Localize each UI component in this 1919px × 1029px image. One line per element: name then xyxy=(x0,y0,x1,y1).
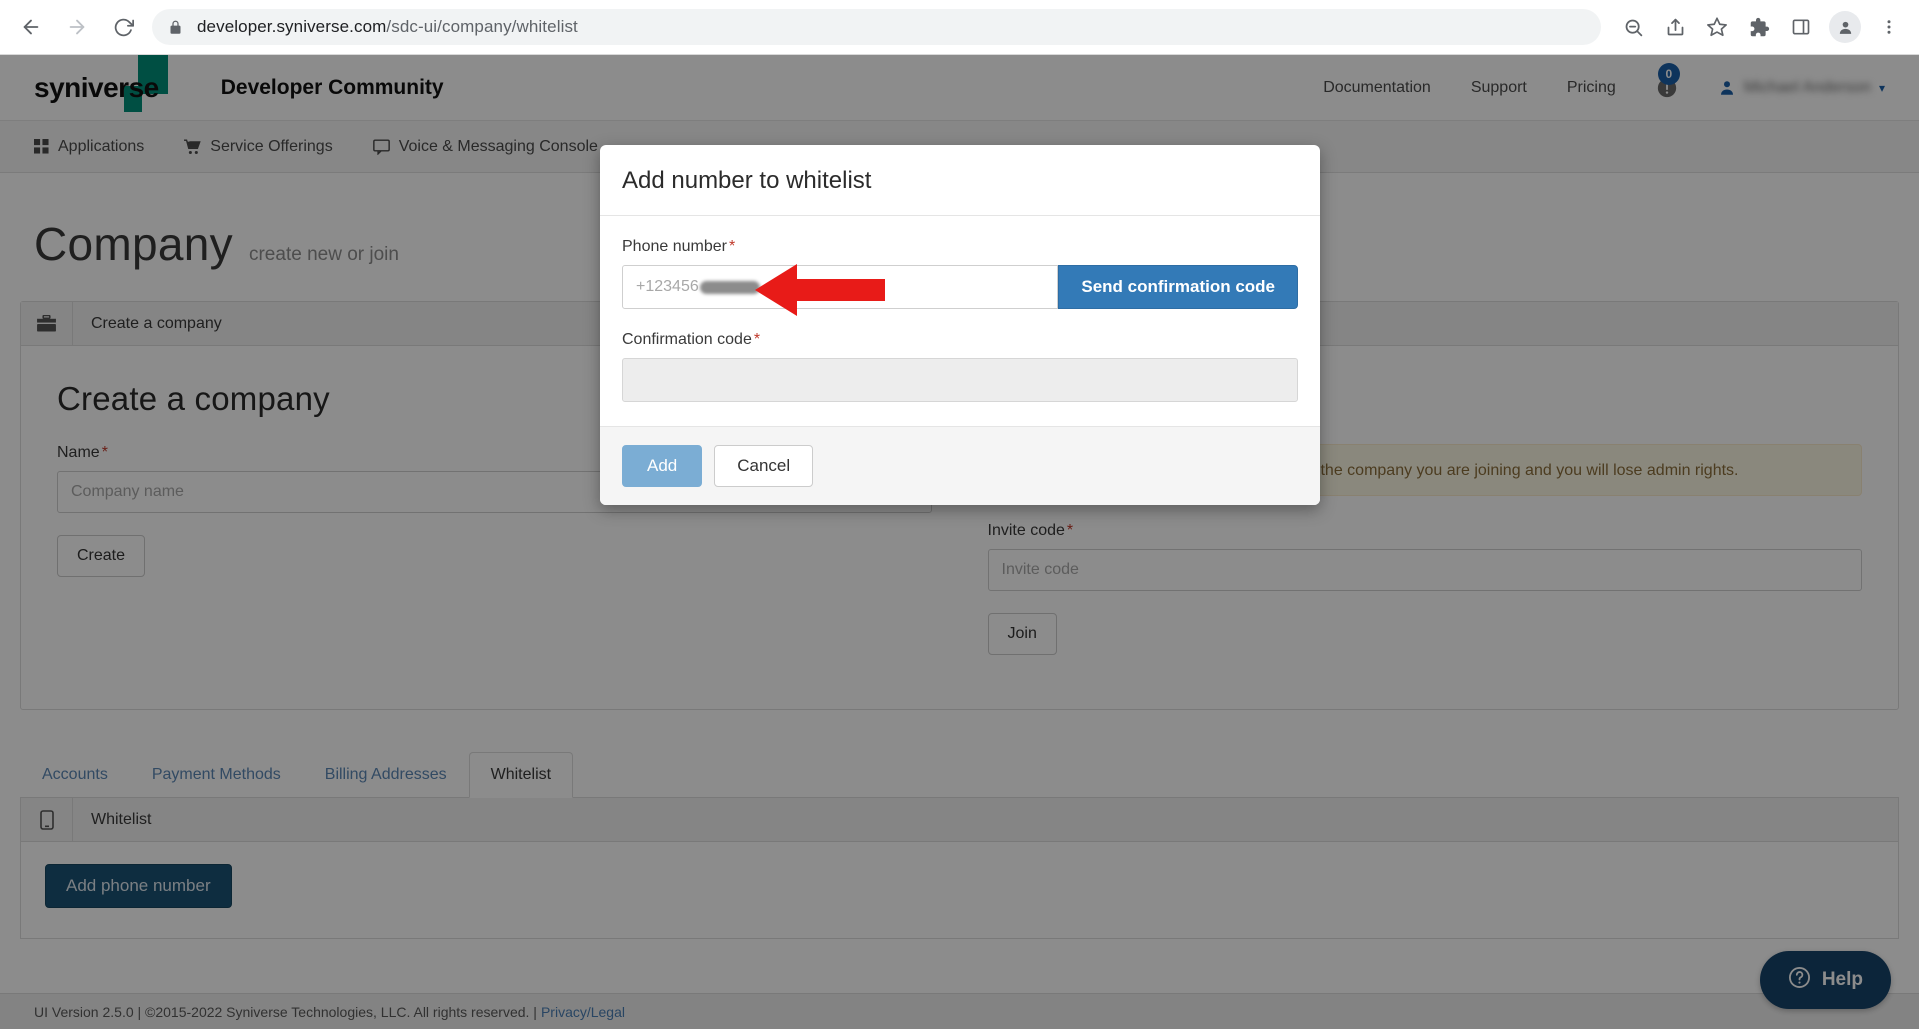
required-asterisk: * xyxy=(753,331,761,348)
add-number-modal: Add number to whitelist Phone number * +1… xyxy=(600,145,1320,505)
side-panel-icon[interactable] xyxy=(1781,7,1821,47)
browser-action-icons xyxy=(1613,7,1919,47)
address-bar[interactable]: developer.syniverse.com/sdc-ui/company/w… xyxy=(152,9,1601,45)
modal-add-button[interactable]: Add xyxy=(622,445,703,487)
phone-number-placeholder: +123456 xyxy=(636,278,699,295)
required-asterisk: * xyxy=(728,238,736,255)
browser-toolbar: developer.syniverse.com/sdc-ui/company/w… xyxy=(0,0,1919,55)
zoom-out-icon[interactable] xyxy=(1613,7,1653,47)
phone-number-label: Phone number * xyxy=(622,238,1298,256)
confirmation-code-input[interactable] xyxy=(622,358,1298,402)
page-content: syniverse Developer Community Documentat… xyxy=(0,55,1919,1029)
share-icon[interactable] xyxy=(1655,7,1695,47)
send-confirmation-code-button[interactable]: Send confirmation code xyxy=(1058,265,1298,309)
three-dot-menu-icon[interactable] xyxy=(1869,7,1909,47)
url-host: developer.syniverse.com xyxy=(197,17,387,36)
reload-icon[interactable] xyxy=(102,6,144,48)
phone-number-label-text: Phone number xyxy=(622,238,727,255)
phone-number-redaction xyxy=(699,280,760,294)
modal-footer: Add Cancel xyxy=(600,426,1320,505)
extensions-puzzle-icon[interactable] xyxy=(1739,7,1779,47)
url-path: /sdc-ui/company/whitelist xyxy=(386,17,578,36)
modal-header: Add number to whitelist xyxy=(600,145,1320,216)
confirmation-code-label: Confirmation code * xyxy=(622,331,1298,349)
forward-arrow-icon[interactable] xyxy=(56,6,98,48)
annotation-arrow-icon xyxy=(755,264,885,316)
profile-avatar-icon[interactable] xyxy=(1829,11,1861,43)
modal-body: Phone number * +123456 Send confirmation … xyxy=(600,216,1320,426)
lock-icon xyxy=(168,20,183,35)
bookmark-star-icon[interactable] xyxy=(1697,7,1737,47)
browser-nav-buttons xyxy=(0,6,144,48)
modal-title: Add number to whitelist xyxy=(622,167,872,194)
back-arrow-icon[interactable] xyxy=(10,6,52,48)
confirmation-code-label-text: Confirmation code xyxy=(622,331,752,348)
phone-number-input-group: +123456 Send confirmation code xyxy=(622,265,1298,309)
url-text: developer.syniverse.com/sdc-ui/company/w… xyxy=(197,17,578,37)
modal-cancel-button[interactable]: Cancel xyxy=(714,445,814,487)
